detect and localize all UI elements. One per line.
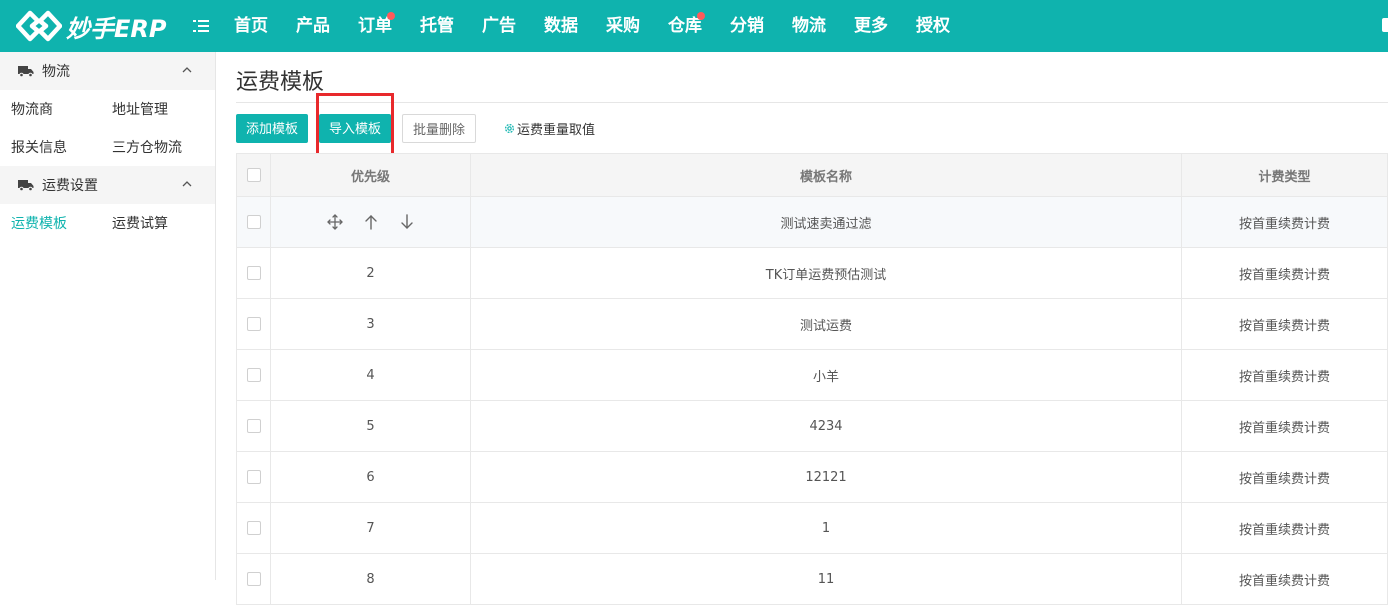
billing-type-cell: 按首重续费计费 — [1182, 452, 1388, 502]
table-row: 3 测试运费 按首重续费计费 — [237, 299, 1388, 350]
chevron-up-icon[interactable] — [181, 64, 193, 76]
row-checkbox[interactable] — [246, 521, 261, 535]
nav-item-warehouse[interactable]: 仓库 — [654, 0, 716, 52]
billing-type-cell: 按首重续费计费 — [1182, 554, 1388, 604]
row-checkbox[interactable] — [246, 419, 261, 433]
nav-item-home[interactable]: 首页 — [220, 0, 282, 52]
row-checkbox[interactable] — [246, 266, 261, 280]
sidebar: 物流 物流商 地址管理 报关信息 三方仓物流 运费设置 运费模板 运费试算 — [0, 52, 216, 580]
sidebar-item-shipping-calculator[interactable]: 运费试算 — [101, 213, 202, 233]
nav-item-logistics[interactable]: 物流 — [778, 0, 840, 52]
table-row: 6 12121 按首重续费计费 — [237, 452, 1388, 503]
billing-type-cell: 按首重续费计费 — [1182, 299, 1388, 349]
nav-item-more[interactable]: 更多 — [840, 0, 902, 52]
truck-icon — [18, 180, 34, 191]
notification-dot — [387, 12, 395, 20]
sidebar-item-customs[interactable]: 报关信息 — [0, 137, 101, 157]
billing-type-cell: 按首重续费计费 — [1182, 503, 1388, 553]
priority-cell: 8 — [271, 554, 471, 604]
template-name-cell: 11 — [471, 554, 1182, 604]
arrow-up-icon[interactable] — [362, 213, 380, 231]
table-row: 7 1 按首重续费计费 — [237, 503, 1388, 554]
nav-item-distribution[interactable]: 分销 — [716, 0, 778, 52]
table-row: 2 TK订单运费预估测试 按首重续费计费 — [237, 248, 1388, 299]
priority-cell: 3 — [271, 299, 471, 349]
chevron-up-icon[interactable] — [181, 178, 193, 190]
nav-item-purchase[interactable]: 采购 — [592, 0, 654, 52]
page-title: 运费模板 — [236, 70, 325, 95]
template-name-cell: 测试运费 — [471, 299, 1182, 349]
truck-icon — [18, 66, 34, 77]
row-checkbox[interactable] — [246, 317, 261, 331]
select-all-checkbox[interactable] — [246, 168, 261, 182]
sidebar-item-shipping-template[interactable]: 运费模板 — [0, 213, 101, 233]
nav-item-orders[interactable]: 订单 — [344, 0, 406, 52]
billing-type-cell: 按首重续费计费 — [1182, 350, 1388, 400]
sidebar-group-shipping-settings[interactable]: 运费设置 — [0, 166, 215, 204]
billing-type-cell: 按首重续费计费 — [1182, 197, 1388, 247]
gear-icon — [504, 123, 515, 134]
top-navbar: 妙手ERP 首页 产品 订单 托管 广告 数据 采购 仓库 分销 物流 更多 授… — [0, 0, 1388, 52]
sidebar-group-label: 运费设置 — [42, 178, 98, 194]
priority-cell: 6 — [271, 452, 471, 502]
template-name-cell: 测试速卖通过滤 — [471, 197, 1182, 247]
priority-cell: 5 — [271, 401, 471, 451]
divider — [236, 102, 1388, 103]
logo-icon — [16, 10, 62, 42]
nav-item-data[interactable]: 数据 — [530, 0, 592, 52]
sidebar-group-logistics[interactable]: 物流 — [0, 52, 215, 90]
nav-item-ads[interactable]: 广告 — [468, 0, 530, 52]
header-billing-type: 计费类型 — [1182, 154, 1388, 196]
weight-setting-link[interactable]: 运费重量取值 — [503, 119, 595, 138]
nav-item-authorization[interactable]: 授权 — [902, 0, 964, 52]
sidebar-item-carriers[interactable]: 物流商 — [0, 99, 101, 119]
nav-item-products[interactable]: 产品 — [282, 0, 344, 52]
add-template-button[interactable]: 添加模板 — [236, 114, 309, 143]
arrow-down-icon[interactable] — [398, 213, 416, 231]
highlight-annotation-box — [316, 93, 394, 159]
billing-type-cell: 按首重续费计费 — [1182, 248, 1388, 298]
move-icon[interactable] — [326, 213, 344, 231]
priority-cell: 7 — [271, 503, 471, 553]
row-checkbox[interactable] — [246, 470, 261, 484]
user-icon-partial[interactable] — [1382, 18, 1388, 32]
sidebar-group-label: 物流 — [42, 64, 70, 80]
table-row: 4 小羊 按首重续费计费 — [237, 350, 1388, 401]
row-checkbox[interactable] — [246, 368, 261, 382]
template-name-cell: 小羊 — [471, 350, 1182, 400]
logo[interactable]: 妙手ERP — [16, 8, 166, 44]
shipping-template-table: 优先级 模板名称 计费类型 测试速卖通过滤 按首重续费计费 2 TK订单运费预估… — [236, 153, 1388, 605]
template-name-cell: 1 — [471, 503, 1182, 553]
logo-text: 妙手ERP — [66, 14, 167, 43]
billing-type-cell: 按首重续费计费 — [1182, 401, 1388, 451]
priority-cell: 2 — [271, 248, 471, 298]
sidebar-item-address[interactable]: 地址管理 — [101, 99, 202, 119]
batch-delete-button[interactable]: 批量删除 — [402, 114, 477, 143]
table-row: 5 4234 按首重续费计费 — [237, 401, 1388, 452]
template-name-cell: TK订单运费预估测试 — [471, 248, 1182, 298]
toolbar: 添加模板 导入模板 批量删除 运费重量取值 — [236, 114, 595, 143]
priority-cell: 4 — [271, 350, 471, 400]
notification-dot — [697, 12, 705, 20]
header-priority: 优先级 — [271, 154, 471, 196]
menu-toggle-icon[interactable] — [192, 16, 210, 36]
template-name-cell: 12121 — [471, 452, 1182, 502]
row-checkbox[interactable] — [246, 215, 261, 229]
nav-item-hosting[interactable]: 托管 — [406, 0, 468, 52]
main-content: 运费模板 添加模板 导入模板 批量删除 运费重量取值 优先级 模板名称 计费类型 — [236, 52, 1388, 605]
header-template-name: 模板名称 — [471, 154, 1182, 196]
main-nav: 首页 产品 订单 托管 广告 数据 采购 仓库 分销 物流 更多 授权 — [220, 0, 964, 52]
template-name-cell: 4234 — [471, 401, 1182, 451]
table-header: 优先级 模板名称 计费类型 — [237, 153, 1388, 197]
weight-setting-label: 运费重量取值 — [517, 123, 596, 138]
sidebar-item-3pl-logistics[interactable]: 三方仓物流 — [101, 137, 202, 157]
row-checkbox[interactable] — [246, 572, 261, 586]
table-row: 测试速卖通过滤 按首重续费计费 — [237, 197, 1388, 248]
